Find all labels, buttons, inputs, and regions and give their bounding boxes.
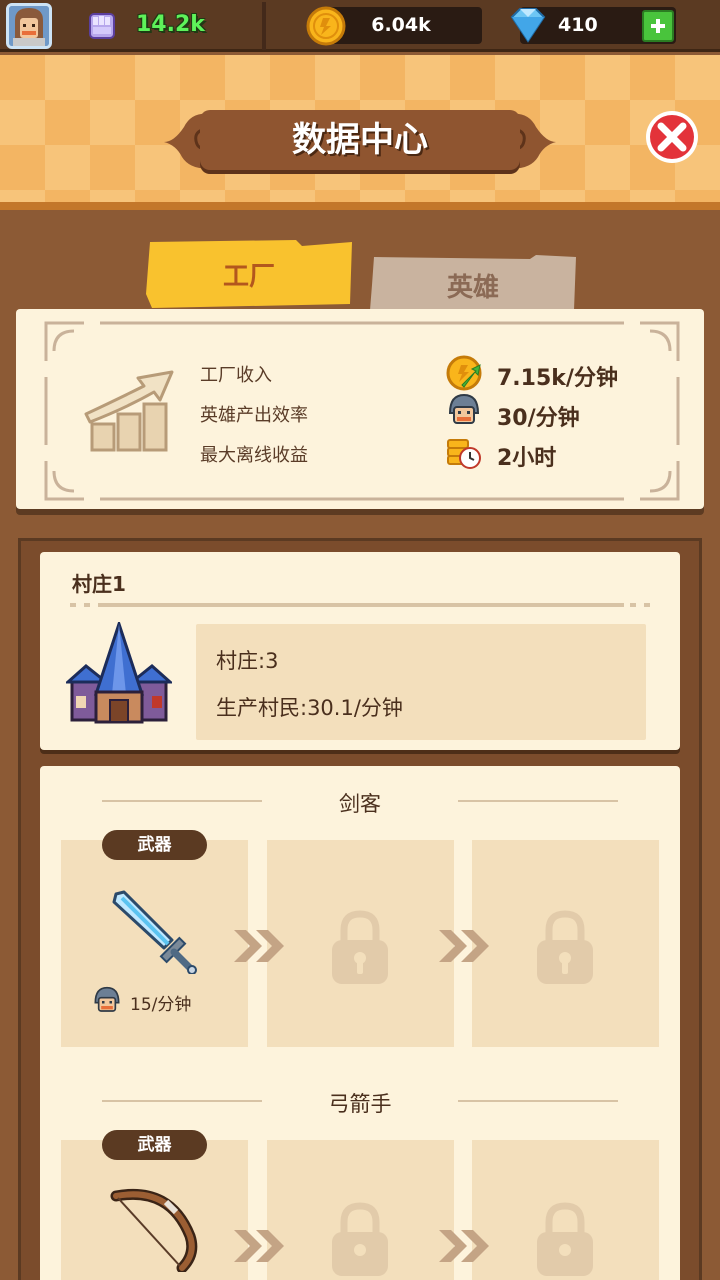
- stat-label-hero-efficiency: 英雄产出效率: [200, 405, 308, 426]
- page-title: 数据中心: [292, 120, 428, 160]
- stat-value-offline-max: 2小时: [497, 446, 557, 471]
- gem-icon: [510, 8, 546, 43]
- village-production: 生产村民:30.1/分钟: [216, 696, 403, 720]
- double-chevron-icon: [234, 930, 284, 962]
- hero-title-swordsman: 剑客: [339, 792, 381, 816]
- stat-value-factory-income: 7.15k/分钟: [497, 366, 618, 391]
- village-level: 村庄:3: [216, 649, 279, 673]
- power-value: 14.2k: [136, 12, 205, 37]
- hero-head-icon: [448, 393, 480, 424]
- tab-factory-label: 工厂: [222, 262, 275, 292]
- add-gems-button[interactable]: [642, 10, 674, 42]
- tab-factory[interactable]: 工厂: [146, 238, 352, 310]
- village-info-panel: [196, 624, 646, 740]
- coin-arrow-icon: [446, 355, 482, 391]
- village-divider: [70, 603, 650, 607]
- hero-rate: 15/分钟: [130, 995, 192, 1015]
- lock-icon: [537, 1202, 593, 1276]
- stat-value-hero-efficiency: 30/分钟: [497, 406, 580, 431]
- top-status-bar: 14.2k 6.04k 410: [0, 0, 720, 52]
- double-chevron-icon: [439, 1230, 489, 1262]
- hero-head-icon: [94, 986, 120, 1012]
- bow-icon: [110, 1188, 198, 1272]
- close-button[interactable]: [644, 109, 700, 165]
- section-rule-right: [458, 800, 618, 802]
- lock-icon: [332, 1202, 388, 1276]
- header: 数据中心: [0, 55, 720, 210]
- coin-icon: [306, 6, 346, 46]
- coin-timer-icon: [447, 439, 481, 469]
- wizard-tower-icon: [66, 622, 172, 724]
- tab-hero-label: 英雄: [446, 273, 499, 303]
- lock-icon: [332, 910, 388, 984]
- stat-label-offline-max: 最大离线收益: [200, 445, 308, 466]
- double-chevron-icon: [439, 930, 489, 962]
- weapon-badge: 武器: [102, 830, 207, 860]
- sword-icon: [112, 890, 197, 974]
- avatar[interactable]: [6, 3, 52, 49]
- topbar-divider: [262, 2, 266, 50]
- lock-icon: [537, 910, 593, 984]
- hero-title-archer: 弓箭手: [328, 1092, 392, 1116]
- stat-label-factory-income: 工厂收入: [200, 365, 272, 386]
- weapon-badge: 武器: [102, 1130, 207, 1160]
- double-chevron-icon: [234, 1230, 284, 1262]
- growth-chart-icon: [84, 370, 174, 452]
- power-fist-icon: [89, 13, 115, 39]
- village-name: 村庄1: [72, 572, 126, 596]
- tab-hero[interactable]: 英雄: [370, 255, 576, 310]
- section-rule-right: [458, 1100, 618, 1102]
